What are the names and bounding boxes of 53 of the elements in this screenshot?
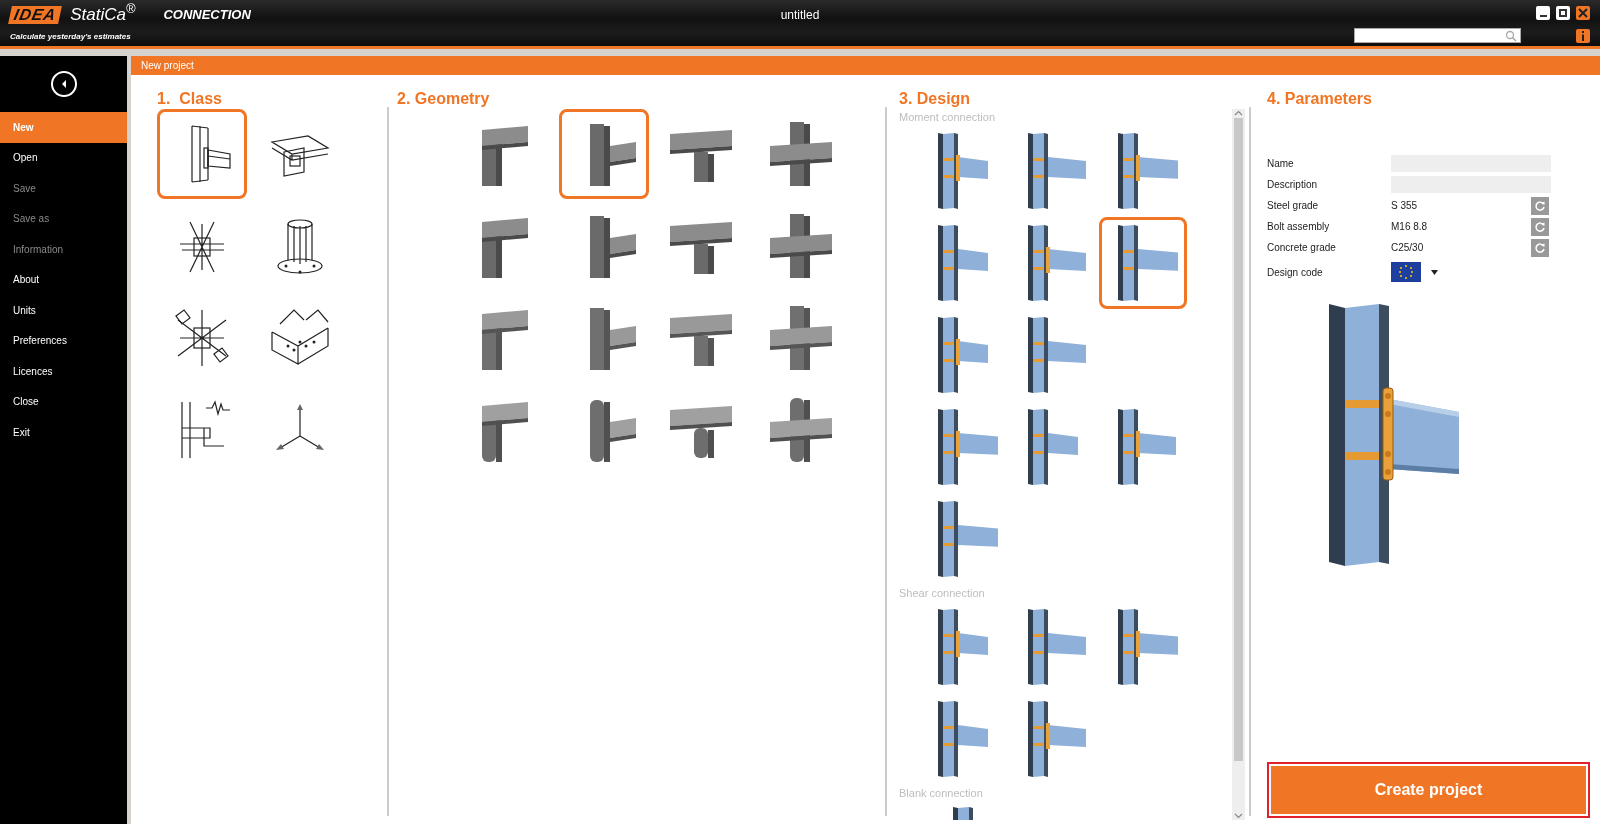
scroll-up-icon[interactable] — [1234, 109, 1243, 118]
sidebar-item[interactable]: Exit — [0, 417, 127, 448]
design-option[interactable] — [1099, 217, 1187, 309]
sidebar-item[interactable]: Open — [0, 142, 127, 173]
reset-button[interactable] — [1531, 196, 1549, 215]
section-heading: 4. Parameters — [1267, 89, 1372, 107]
brand-name: StatiCa$^{®}$ — [70, 5, 136, 24]
reset-button[interactable] — [1531, 217, 1549, 236]
sidebar-item[interactable]: Units — [0, 295, 127, 326]
field-value: S 355 — [1391, 199, 1419, 213]
field-label: Concrete grade — [1267, 241, 1337, 255]
sidebar-item[interactable]: About — [0, 264, 127, 295]
info-icon — [1581, 30, 1585, 41]
product-name: CONNECTION — [163, 6, 251, 24]
search-icon — [1505, 29, 1517, 42]
field-label: Name — [1267, 157, 1295, 171]
reset-icon — [1534, 199, 1546, 212]
logo-mark: IDEA — [8, 5, 63, 24]
group-label: Shear connection — [899, 586, 985, 601]
group-label: Moment connection — [899, 110, 995, 125]
caret-icon — [1431, 269, 1438, 275]
field-label: Steel grade — [1267, 199, 1320, 213]
sidebar-item[interactable]: Close — [0, 386, 127, 417]
class-option[interactable] — [157, 109, 247, 199]
group-label: Blank connection — [899, 786, 983, 801]
field-value: M16 8.8 — [1391, 220, 1429, 234]
sidebar-item[interactable]: Licences — [0, 356, 127, 387]
window-title: untitled — [780, 7, 820, 22]
scroll-down-icon[interactable] — [1234, 811, 1243, 820]
tagline: Calculate yesterday's estimates — [10, 30, 131, 43]
reset-icon — [1534, 220, 1546, 233]
reset-icon — [1534, 241, 1546, 254]
reset-button[interactable] — [1531, 238, 1549, 257]
minimize-button[interactable] — [1536, 6, 1550, 20]
info-button[interactable] — [1576, 28, 1590, 43]
maximize-button[interactable] — [1556, 6, 1570, 20]
section-heading: 3. Design — [899, 89, 971, 107]
field-value: C25/30 — [1391, 241, 1425, 255]
design-code-dropdown[interactable] — [1391, 262, 1438, 282]
field-label: Description — [1267, 178, 1319, 192]
flag-icon — [1391, 262, 1421, 282]
scrollbar[interactable] — [1232, 109, 1245, 820]
sidebar-item[interactable]: Preferences — [0, 325, 127, 356]
search-field[interactable] — [1354, 28, 1521, 43]
field-label: Design code — [1267, 265, 1324, 280]
close-button[interactable] — [1576, 6, 1590, 20]
geometry-option[interactable] — [559, 109, 649, 199]
close-icon — [1578, 8, 1588, 18]
page-title: New project — [141, 59, 194, 73]
section-heading: 1. Class — [157, 89, 222, 107]
back-button[interactable] — [50, 71, 77, 97]
section-heading: 2. Geometry — [397, 89, 490, 107]
field-label: Bolt assembly — [1267, 220, 1331, 234]
